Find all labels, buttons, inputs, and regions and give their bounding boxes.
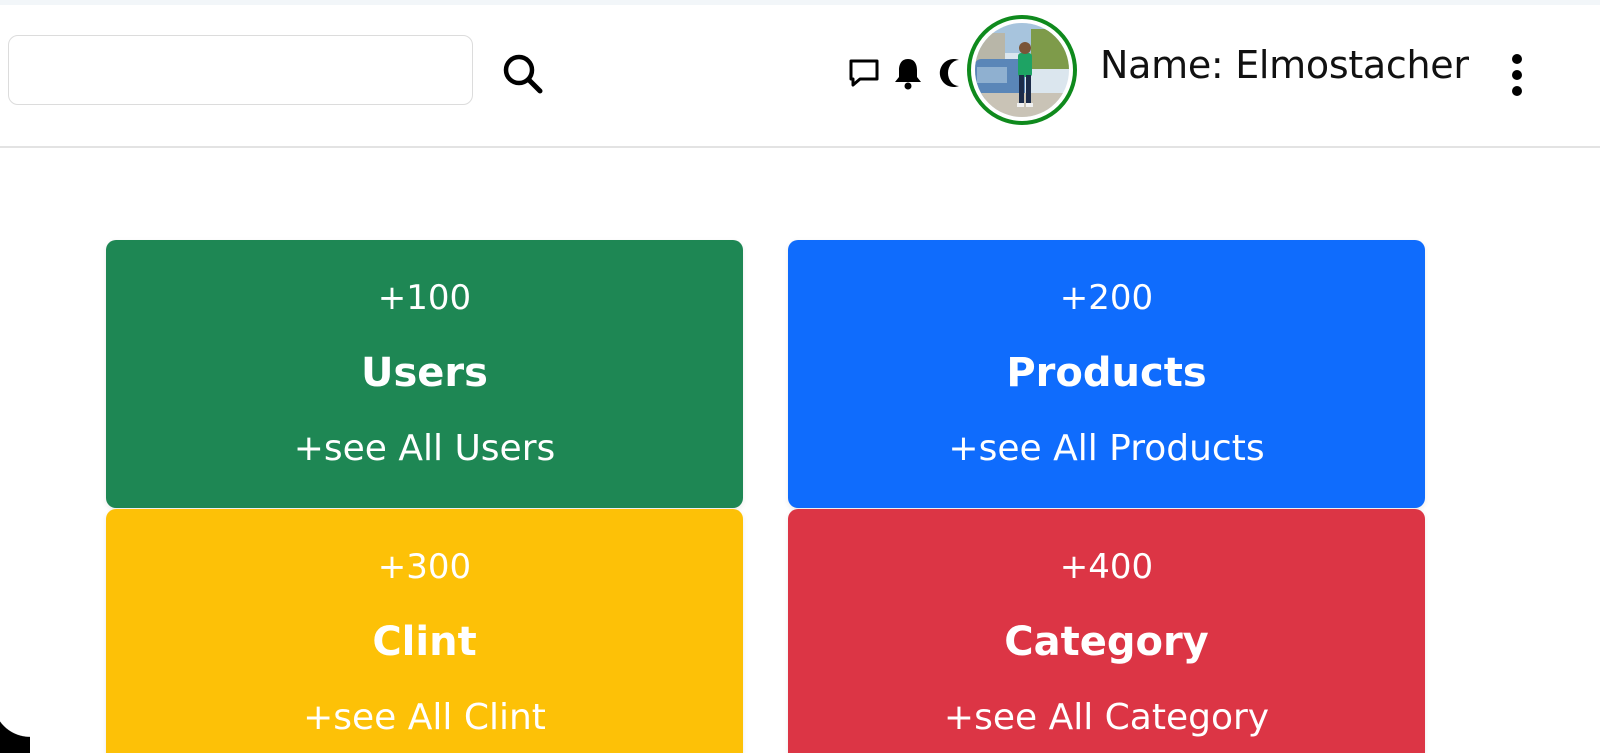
see-all-products-link[interactable]: +see All Products — [788, 428, 1425, 469]
see-all-clint-link[interactable]: +see All Clint — [106, 697, 743, 738]
avatar-photo — [975, 23, 1069, 117]
messages-button[interactable] — [846, 53, 882, 93]
search-icon — [503, 54, 543, 94]
see-all-users-link[interactable]: +see All Users — [106, 428, 743, 469]
clint-title: Clint — [372, 619, 477, 665]
clint-card[interactable]: +300 Clint +see All Clint — [106, 509, 743, 753]
products-card[interactable]: +200 Products +see All Products — [788, 240, 1425, 508]
category-title: Category — [1004, 619, 1209, 665]
user-name-label: Name: Elmostacher — [1100, 43, 1469, 87]
search-input[interactable] — [8, 35, 473, 105]
products-count: +200 — [1059, 278, 1154, 318]
moon-icon — [939, 59, 959, 87]
menu-button[interactable] — [1500, 51, 1534, 99]
chat-bubble-icon — [849, 59, 879, 87]
user-avatar[interactable] — [967, 15, 1077, 125]
users-card[interactable]: +100 Users +see All Users — [106, 240, 743, 508]
kebab-menu-icon — [1512, 54, 1522, 96]
screen-corner — [0, 700, 30, 753]
category-count: +400 — [1059, 547, 1154, 587]
see-all-category-link[interactable]: +see All Category — [788, 697, 1425, 738]
clint-count: +300 — [377, 547, 472, 587]
search-button[interactable] — [500, 51, 546, 97]
top-navbar: Name: Elmostacher — [0, 5, 1600, 148]
bell-icon — [895, 59, 921, 90]
products-title: Products — [1006, 350, 1207, 396]
users-count: +100 — [377, 278, 472, 318]
users-title: Users — [361, 350, 488, 396]
theme-toggle-button[interactable] — [932, 53, 968, 93]
category-card[interactable]: +400 Category +see All Category — [788, 509, 1425, 753]
notifications-button[interactable] — [890, 53, 926, 93]
